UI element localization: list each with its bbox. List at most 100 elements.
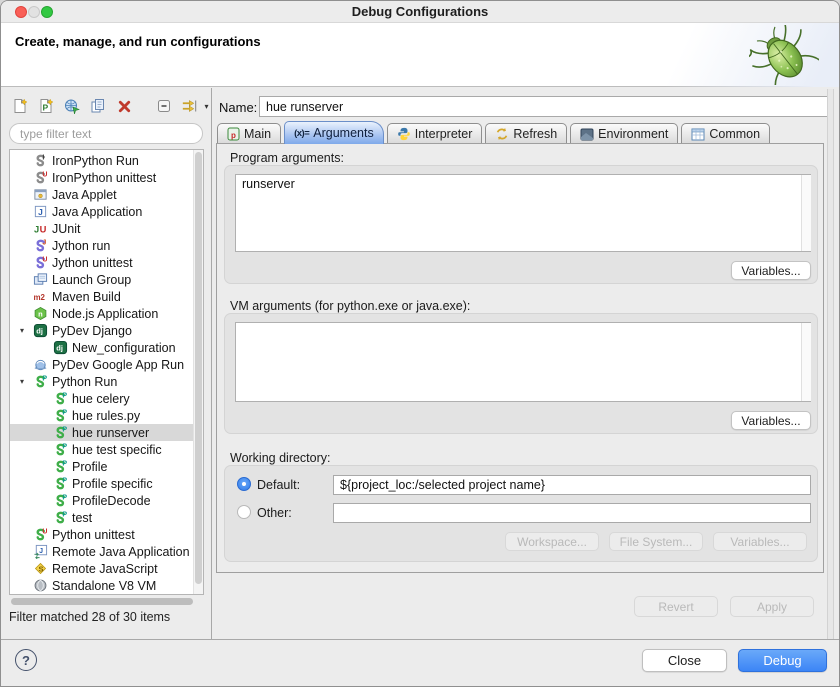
close-button[interactable]: Close [642, 649, 727, 672]
program-arguments-group: runserver Variables... [224, 165, 818, 284]
tree-item[interactable]: JUJUnit [10, 220, 193, 237]
tab-label: Environment [598, 127, 668, 141]
tree-item[interactable]: Standalone V8 VM [10, 577, 193, 594]
duplicate-icon [90, 98, 106, 114]
file-system-button[interactable]: File System... [609, 532, 703, 551]
vm-arguments-textarea[interactable] [235, 322, 811, 402]
workspace-button[interactable]: Workspace... [505, 532, 599, 551]
variables-button[interactable]: Variables... [713, 532, 807, 551]
tree-item[interactable]: Phue test specific [10, 441, 193, 458]
tree-item-label: Java Application [52, 205, 142, 219]
collapse-all-icon [156, 98, 172, 114]
name-input[interactable] [259, 96, 829, 117]
junit-icon: JU [33, 221, 49, 236]
tree-item-label: hue rules.py [72, 409, 140, 423]
maven-build-icon: m2 [33, 289, 49, 304]
tree-item[interactable]: SRemote JavaScript [10, 560, 193, 577]
tree-item[interactable]: ▾djPyDev Django [10, 322, 193, 339]
nodejs-icon: n [33, 306, 49, 321]
python-run-icon: P [53, 425, 69, 440]
tab-interpreter[interactable]: Interpreter [387, 123, 483, 144]
new-prototype-icon: P [38, 98, 54, 114]
svg-text:n: n [38, 309, 43, 318]
tree-item-label: Jython unittest [52, 256, 133, 270]
launch-group-icon [33, 272, 49, 287]
textarea-scrollbar-track[interactable] [801, 323, 811, 401]
duplicate-button[interactable] [87, 95, 109, 117]
collapse-all-button[interactable] [153, 95, 175, 117]
tree-item[interactable]: djNew_configuration [10, 339, 193, 356]
tree-item[interactable]: Java Applet [10, 186, 193, 203]
tree-item[interactable]: IIronPython Run [10, 152, 193, 169]
tree-item[interactable]: Launch Group [10, 271, 193, 288]
default-label: Default: [257, 478, 300, 492]
vm-arguments-variables-button[interactable]: Variables... [731, 411, 811, 430]
svg-text:P: P [62, 444, 67, 451]
tree-item[interactable]: m2Maven Build [10, 288, 193, 305]
filter-input[interactable] [9, 123, 203, 144]
environment-tab-icon [580, 128, 594, 141]
new-prototype-button[interactable]: P [35, 95, 57, 117]
tab-main[interactable]: pMain [217, 123, 281, 144]
tree-item-label: hue test specific [72, 443, 162, 457]
tree-item[interactable]: UPython unittest [10, 526, 193, 543]
apply-button[interactable]: Apply [730, 596, 814, 617]
right-panel-scrollbar[interactable] [827, 89, 834, 639]
program-arguments-textarea[interactable]: runserver [235, 174, 811, 252]
debug-button[interactable]: Debug [738, 649, 827, 672]
delete-button[interactable] [113, 95, 135, 117]
tab-environment[interactable]: Environment [570, 123, 678, 144]
python-run-icon: P [53, 442, 69, 457]
other-directory-input[interactable] [333, 503, 811, 523]
tree-item[interactable]: Phue celery [10, 390, 193, 407]
tree-item[interactable]: Ptest [10, 509, 193, 526]
python-run-icon: P [53, 510, 69, 525]
arguments-tab-icon: (x)= [294, 128, 309, 139]
program-arguments-label: Program arguments: [230, 151, 344, 165]
expand-twisty-icon[interactable]: ▾ [20, 377, 33, 386]
tree-item[interactable]: PyDev Google App Run [10, 356, 193, 373]
tree-item[interactable]: Phue runserver [10, 424, 193, 441]
tree-item[interactable]: nNode.js Application [10, 305, 193, 322]
tab-refresh[interactable]: Refresh [485, 123, 567, 144]
tree-item-label: test [72, 511, 92, 525]
tree-item-label: JUnit [52, 222, 80, 236]
other-radio[interactable] [237, 505, 251, 519]
revert-button[interactable]: Revert [634, 596, 718, 617]
tree-item[interactable]: JRemote Java Application [10, 543, 193, 560]
tree-item-label: Jython run [52, 239, 110, 253]
tree-vertical-scrollbar[interactable] [193, 150, 203, 594]
tree-item[interactable]: PProfileDecode [10, 492, 193, 509]
delete-icon [117, 99, 132, 114]
svg-text:P: P [43, 103, 49, 113]
tree-item[interactable]: JJava Application [10, 203, 193, 220]
tab-label: Refresh [513, 127, 557, 141]
python-run-icon: P [33, 374, 49, 389]
tab-common[interactable]: Common [681, 123, 770, 144]
textarea-scrollbar-track[interactable] [801, 175, 811, 251]
tree-item[interactable]: JJython run [10, 237, 193, 254]
help-button[interactable]: ? [15, 649, 37, 671]
tree-item[interactable]: PProfile specific [10, 475, 193, 492]
tree-item[interactable]: UJython unittest [10, 254, 193, 271]
tab-arguments[interactable]: (x)=Arguments [284, 121, 384, 144]
svg-text:J: J [34, 224, 39, 234]
export-configurations-button[interactable] [61, 95, 83, 117]
tree-item[interactable]: UIronPython unittest [10, 169, 193, 186]
program-arguments-variables-button[interactable]: Variables... [731, 261, 811, 280]
filter-button[interactable]: ▾ [179, 95, 211, 117]
interpreter-tab-icon [397, 127, 411, 141]
tree-horizontal-scrollbar[interactable] [9, 598, 204, 606]
default-directory-input[interactable] [333, 475, 811, 495]
default-radio[interactable] [237, 477, 251, 491]
tree-item[interactable]: PProfile [10, 458, 193, 475]
tree-item[interactable]: ▾PPython Run [10, 373, 193, 390]
svg-text:J: J [39, 548, 43, 555]
dropdown-caret-icon: ▾ [204, 102, 208, 111]
tree-item-label: New_configuration [72, 341, 176, 355]
tree-item-label: Python Run [52, 375, 117, 389]
svg-text:dj: dj [36, 326, 43, 335]
tree-item[interactable]: Phue rules.py [10, 407, 193, 424]
new-configuration-button[interactable] [9, 95, 31, 117]
expand-twisty-icon[interactable]: ▾ [20, 326, 33, 335]
